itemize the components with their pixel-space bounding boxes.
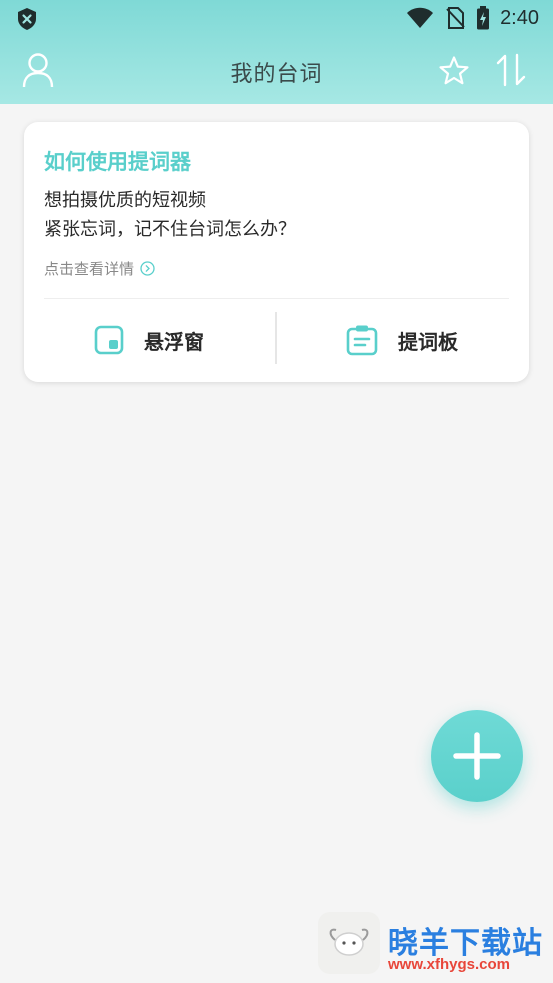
plus-icon (453, 732, 501, 780)
wifi-icon (407, 7, 434, 28)
floating-window-button[interactable]: 悬浮窗 (94, 318, 204, 362)
app-bar: 我的台词 (0, 38, 553, 104)
no-sim-icon (446, 7, 465, 29)
view-details-label: 点击查看详情 (44, 260, 135, 278)
watermark-url: www.xfhygs.com (388, 956, 510, 973)
intro-card[interactable]: 如何使用提词器 想拍摄优质的短视频 紧张忘词，记不住台词怎么办？ 点击查看详情 … (24, 122, 529, 382)
view-details-link[interactable]: 点击查看详情 (44, 258, 155, 279)
prompter-board-button[interactable]: 提词板 (346, 318, 458, 362)
card-text-line: 想拍摄优质的短视频 (44, 190, 206, 211)
status-time: 2:40 (500, 6, 539, 29)
sort-icon[interactable] (496, 53, 526, 87)
status-bar: 2:40 (0, 0, 553, 38)
star-icon[interactable] (438, 55, 470, 87)
card-divider (44, 298, 509, 299)
prompter-board-label: 提词板 (398, 329, 458, 354)
header: 2:40 我的台词 (0, 0, 553, 104)
battery-charging-icon (477, 6, 490, 30)
actions-divider (275, 312, 277, 364)
clipboard-icon (346, 325, 378, 356)
watermark: 晓羊下载站 www.xfhygs.com (318, 912, 553, 978)
card-text-line: 紧张忘词，记不住台词怎么办？ (44, 219, 296, 240)
shield-icon (18, 8, 36, 30)
sheep-logo (318, 912, 380, 974)
floating-window-icon (94, 325, 124, 355)
card-title: 如何使用提词器 (44, 150, 191, 174)
floating-window-label: 悬浮窗 (144, 329, 204, 354)
add-script-button[interactable] (431, 710, 523, 802)
page-title: 我的台词 (230, 62, 323, 87)
chevron-right-circle-icon (140, 261, 155, 276)
